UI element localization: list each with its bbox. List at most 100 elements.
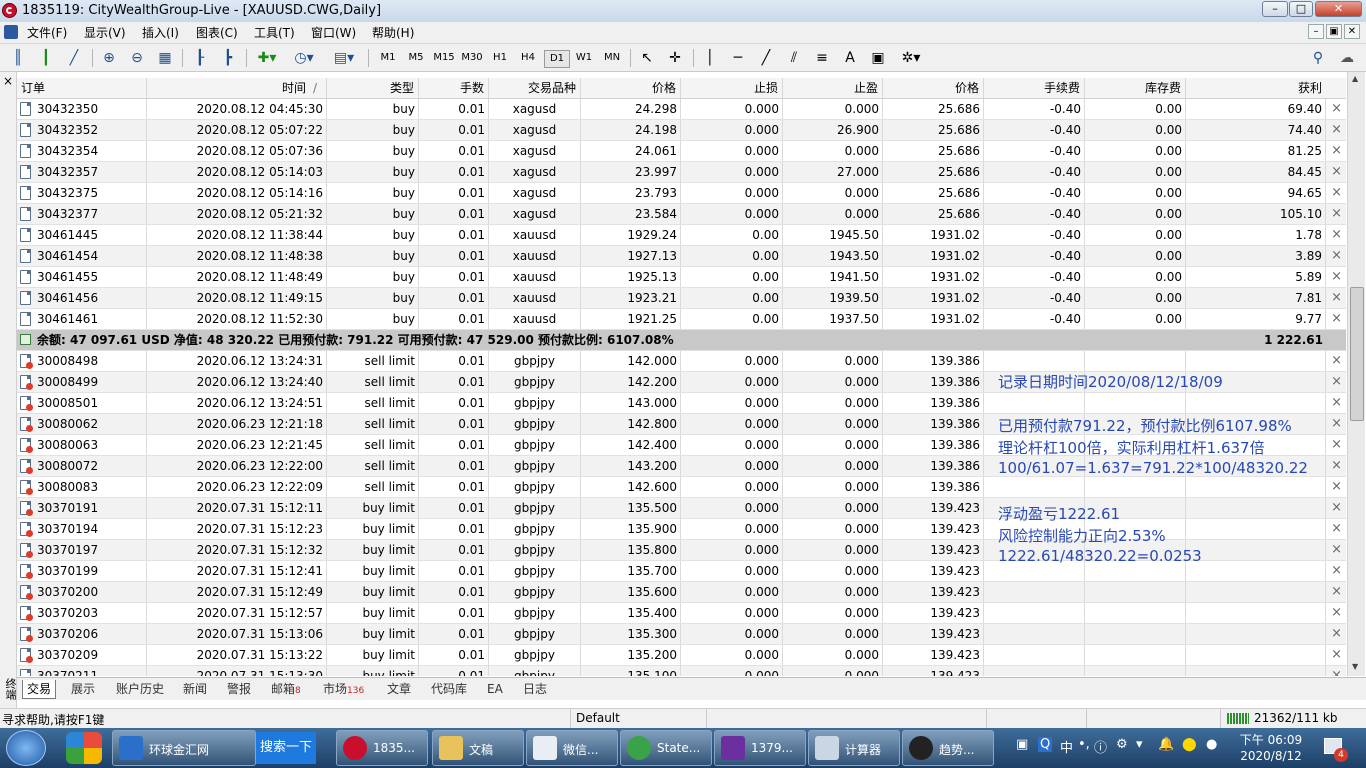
- close-order-icon[interactable]: ×: [1331, 204, 1342, 224]
- tab-experts[interactable]: EA: [483, 680, 507, 698]
- close-order-icon[interactable]: ×: [1331, 183, 1342, 203]
- table-row[interactable]: 30370206 2020.07.31 15:13:06 buy limit 0.01…: [17, 624, 1346, 645]
- table-row[interactable]: 30370211 2020.07.31 15:13:30 buy limit 0.01…: [17, 666, 1346, 676]
- table-row[interactable]: 30080083 2020.06.23 12:22:09 sell limit 0.0…: [17, 477, 1346, 498]
- close-order-icon[interactable]: ×: [1331, 456, 1342, 476]
- col-current-price[interactable]: 价格: [883, 78, 984, 98]
- table-row[interactable]: 30008498 2020.06.12 13:24:31 sell limit 0.0…: [17, 351, 1346, 372]
- taskbar-item-metatrader[interactable]: 1835...: [336, 730, 428, 766]
- close-order-icon[interactable]: ×: [1331, 498, 1342, 518]
- menu-file[interactable]: 文件(F): [27, 24, 67, 41]
- tray-punctuation-icon[interactable]: •,: [1078, 737, 1090, 752]
- tab-articles[interactable]: 文章: [383, 680, 415, 698]
- mdi-minimize-button[interactable]: –: [1308, 24, 1324, 39]
- menu-window[interactable]: 窗口(W): [311, 24, 356, 41]
- close-order-icon[interactable]: ×: [1331, 477, 1342, 497]
- taskbar-item-state[interactable]: State...: [620, 730, 712, 766]
- close-order-icon[interactable]: ×: [1331, 225, 1342, 245]
- action-center-icon[interactable]: 4: [1322, 736, 1348, 762]
- table-row[interactable]: 30461454 2020.08.12 11:48:38 buy 0.01 xauusd…: [17, 246, 1346, 267]
- table-row[interactable]: 30370209 2020.07.31 15:13:22 buy limit 0.01…: [17, 645, 1346, 666]
- vertical-scrollbar[interactable]: ▲ ▼: [1347, 72, 1365, 676]
- indicators-icon[interactable]: ✚▾: [253, 48, 281, 68]
- account-summary-row[interactable]: 余额: 47 097.61 USD 净值: 48 320.22 已用预付款: 7…: [17, 330, 1346, 351]
- table-row[interactable]: 30370203 2020.07.31 15:12:57 buy limit 0.01…: [17, 603, 1346, 624]
- col-stop-loss[interactable]: 止损: [681, 78, 783, 98]
- maximize-button[interactable]: □: [1289, 1, 1313, 17]
- col-order[interactable]: 订单: [17, 78, 147, 98]
- tab-account-history[interactable]: 账户历史: [112, 680, 168, 698]
- timeframe-mn[interactable]: MN: [600, 50, 624, 66]
- zoom-in-icon[interactable]: ⊕: [99, 48, 119, 68]
- chart-menu-icon[interactable]: [4, 25, 18, 39]
- timeframe-h4[interactable]: H4: [516, 50, 540, 66]
- trendline-icon[interactable]: ╱: [756, 48, 776, 68]
- close-order-icon[interactable]: ×: [1331, 288, 1342, 308]
- status-profile[interactable]: Default: [576, 711, 620, 725]
- taskbar-clock[interactable]: 下午 06:09 2020/8/12: [1236, 732, 1306, 764]
- close-order-icon[interactable]: ×: [1331, 351, 1342, 371]
- table-row[interactable]: 30461456 2020.08.12 11:49:15 buy 0.01 xauusd…: [17, 288, 1346, 309]
- taskbar-item-cpt[interactable]: 1379...: [714, 730, 806, 766]
- equidistant-channel-icon[interactable]: ⫽: [784, 48, 804, 68]
- close-order-icon[interactable]: ×: [1331, 435, 1342, 455]
- scroll-up-icon[interactable]: ▲: [1352, 74, 1358, 83]
- timeframe-d1[interactable]: D1: [544, 50, 570, 68]
- col-swap[interactable]: 库存费: [1085, 78, 1186, 98]
- tab-exposure[interactable]: 展示: [67, 680, 99, 698]
- periods-icon[interactable]: ◷▾: [290, 48, 318, 68]
- taskbar-item-qq[interactable]: 趋势...: [902, 730, 994, 766]
- close-order-icon[interactable]: ×: [1331, 603, 1342, 623]
- close-order-icon[interactable]: ×: [1331, 582, 1342, 602]
- table-row[interactable]: 30432357 2020.08.12 05:14:03 buy 0.01 xagusd…: [17, 162, 1346, 183]
- table-row[interactable]: 30461445 2020.08.12 11:38:44 buy 0.01 xauusd…: [17, 225, 1346, 246]
- close-order-icon[interactable]: ×: [1331, 645, 1342, 665]
- close-order-icon[interactable]: ×: [1331, 120, 1342, 140]
- taskbar-item-wechat-doc[interactable]: 微信...: [526, 730, 618, 766]
- close-order-icon[interactable]: ×: [1331, 372, 1342, 392]
- col-price[interactable]: 价格: [581, 78, 681, 98]
- timeframe-m30[interactable]: M30: [460, 50, 484, 66]
- menu-charts[interactable]: 图表(C): [196, 24, 238, 41]
- col-type[interactable]: 类型: [327, 78, 419, 98]
- menu-help[interactable]: 帮助(H): [372, 24, 414, 41]
- menu-insert[interactable]: 插入(I): [142, 24, 179, 41]
- table-row[interactable]: 30370200 2020.07.31 15:12:49 buy limit 0.01…: [17, 582, 1346, 603]
- scroll-down-icon[interactable]: ▼: [1352, 662, 1358, 671]
- fibonacci-icon[interactable]: ≡: [812, 48, 832, 68]
- table-row[interactable]: 30008501 2020.06.12 13:24:51 sell limit 0.0…: [17, 393, 1346, 414]
- close-order-icon[interactable]: ×: [1331, 666, 1342, 676]
- close-order-icon[interactable]: ×: [1331, 309, 1342, 329]
- chart-shift-icon[interactable]: ┠: [190, 48, 210, 68]
- tile-windows-icon[interactable]: ▦: [155, 48, 175, 68]
- tray-search-icon[interactable]: Q: [1038, 737, 1053, 752]
- close-order-icon[interactable]: ×: [1331, 414, 1342, 434]
- autoscroll-icon[interactable]: ┣: [218, 48, 238, 68]
- start-button[interactable]: [6, 730, 46, 766]
- vertical-line-icon[interactable]: │: [700, 48, 720, 68]
- tray-expand-icon[interactable]: ▾: [1136, 737, 1143, 752]
- crosshair-icon[interactable]: ✛: [665, 48, 685, 68]
- close-order-icon[interactable]: ×: [1331, 246, 1342, 266]
- tab-code-base[interactable]: 代码库: [427, 680, 471, 698]
- tray-help-icon[interactable]: ⓘ: [1094, 737, 1107, 756]
- col-volume[interactable]: 手数: [419, 78, 489, 98]
- table-row[interactable]: 30432354 2020.08.12 05:07:36 buy 0.01 xagusd…: [17, 141, 1346, 162]
- cursor-icon[interactable]: ↖: [637, 48, 657, 68]
- tab-mailbox[interactable]: 邮箱8: [267, 680, 305, 698]
- col-symbol[interactable]: 交易品种: [489, 78, 581, 98]
- tray-settings-icon[interactable]: ⚙: [1116, 737, 1128, 752]
- tray-qq-icon[interactable]: ●: [1206, 737, 1217, 752]
- tab-news[interactable]: 新闻: [179, 680, 211, 698]
- text-tool-icon[interactable]: A: [840, 48, 860, 68]
- line-chart-icon[interactable]: ╱: [64, 48, 84, 68]
- arrows-icon[interactable]: ✲▾: [896, 48, 926, 68]
- mdi-close-button[interactable]: ✕: [1344, 24, 1360, 39]
- tab-trade[interactable]: 交易: [22, 680, 57, 699]
- menu-tools[interactable]: 工具(T): [254, 24, 295, 41]
- text-label-icon[interactable]: ▣: [868, 48, 888, 68]
- table-row[interactable]: 30370191 2020.07.31 15:12:11 buy limit 0.01…: [17, 498, 1346, 519]
- close-order-icon[interactable]: ×: [1331, 99, 1342, 119]
- close-order-icon[interactable]: ×: [1331, 162, 1342, 182]
- timeframe-m1[interactable]: M1: [376, 50, 400, 66]
